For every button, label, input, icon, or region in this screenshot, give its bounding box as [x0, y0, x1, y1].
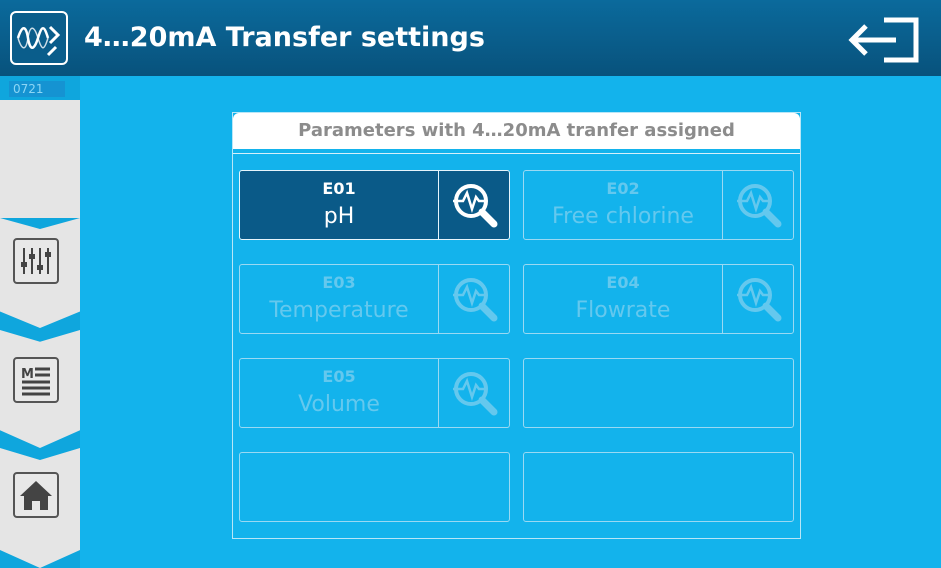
- sliders-icon: [21, 248, 51, 274]
- view-button[interactable]: [439, 171, 509, 239]
- empty-slot: [523, 358, 794, 428]
- param-name: Temperature: [269, 298, 409, 323]
- empty-slot: [523, 452, 794, 522]
- param-code: E05: [322, 367, 356, 386]
- device-code: 0721: [9, 81, 65, 97]
- param-name: Flowrate: [575, 298, 671, 323]
- home-button[interactable]: [13, 472, 59, 518]
- waveform-transfer-icon: [10, 11, 68, 65]
- param-e02[interactable]: E02 Free chlorine: [523, 170, 794, 240]
- param-code: E03: [322, 273, 356, 292]
- magnifier-pulse-icon: [737, 184, 782, 228]
- param-code: E02: [606, 179, 640, 198]
- view-button[interactable]: [723, 171, 793, 239]
- sidebar-section-top: [0, 100, 80, 218]
- empty-slot: [239, 452, 510, 522]
- param-e01[interactable]: E01 pH: [239, 170, 510, 240]
- param-code: E04: [606, 273, 640, 292]
- magnifier-pulse-icon: [453, 184, 498, 228]
- param-e03[interactable]: E03 Temperature: [239, 264, 510, 334]
- sliders-button[interactable]: [13, 238, 59, 284]
- magnifier-pulse-icon: [737, 278, 782, 322]
- param-name: Volume: [298, 392, 380, 417]
- divider: [233, 153, 800, 154]
- magnifier-pulse-icon: [453, 372, 498, 416]
- param-name: pH: [323, 204, 355, 229]
- page-title: 4…20mA Transfer settings: [84, 22, 485, 53]
- param-e04[interactable]: E04 Flowrate: [523, 264, 794, 334]
- view-button[interactable]: [723, 265, 793, 333]
- exit-button[interactable]: [846, 12, 926, 66]
- menu-list-button[interactable]: M: [13, 357, 59, 403]
- menu-list-icon: M: [21, 367, 50, 396]
- magnifier-pulse-icon: [453, 278, 498, 322]
- view-button[interactable]: [439, 359, 509, 427]
- param-name: Free chlorine: [552, 204, 694, 229]
- svg-text:M: M: [21, 367, 34, 382]
- view-button[interactable]: [439, 265, 509, 333]
- exit-door-icon: [848, 17, 919, 63]
- home-icon: [20, 481, 52, 510]
- param-code: E01: [322, 179, 356, 198]
- param-e05[interactable]: E05 Volume: [239, 358, 510, 428]
- title-bar: 4…20mA Transfer settings: [0, 0, 941, 76]
- panel-title: Parameters with 4…20mA tranfer assigned: [233, 113, 800, 149]
